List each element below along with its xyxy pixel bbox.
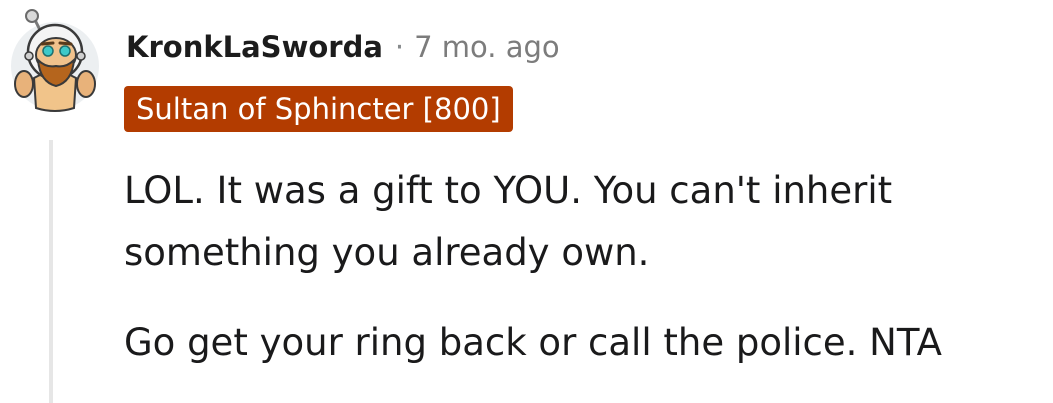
user-avatar[interactable] (10, 8, 100, 114)
comment-timestamp[interactable]: 7 mo. ago (414, 30, 560, 64)
comment-paragraph: Go get your ring back or call the police… (124, 321, 942, 364)
comment-author[interactable]: KronkLaSworda (126, 30, 383, 64)
comment-paragraph: LOL. It was a gift to YOU. You can't inh… (124, 169, 893, 274)
user-flair: Sultan of Sphincter [800] (124, 86, 513, 132)
meta-separator: · (394, 30, 405, 64)
thread-line[interactable] (49, 140, 53, 403)
snoo-astronaut-avatar-icon (11, 9, 99, 112)
comment-body: LOL. It was a gift to YOU. You can't inh… (124, 160, 1024, 374)
comment-meta: KronkLaSworda · 7 mo. ago (126, 24, 560, 70)
